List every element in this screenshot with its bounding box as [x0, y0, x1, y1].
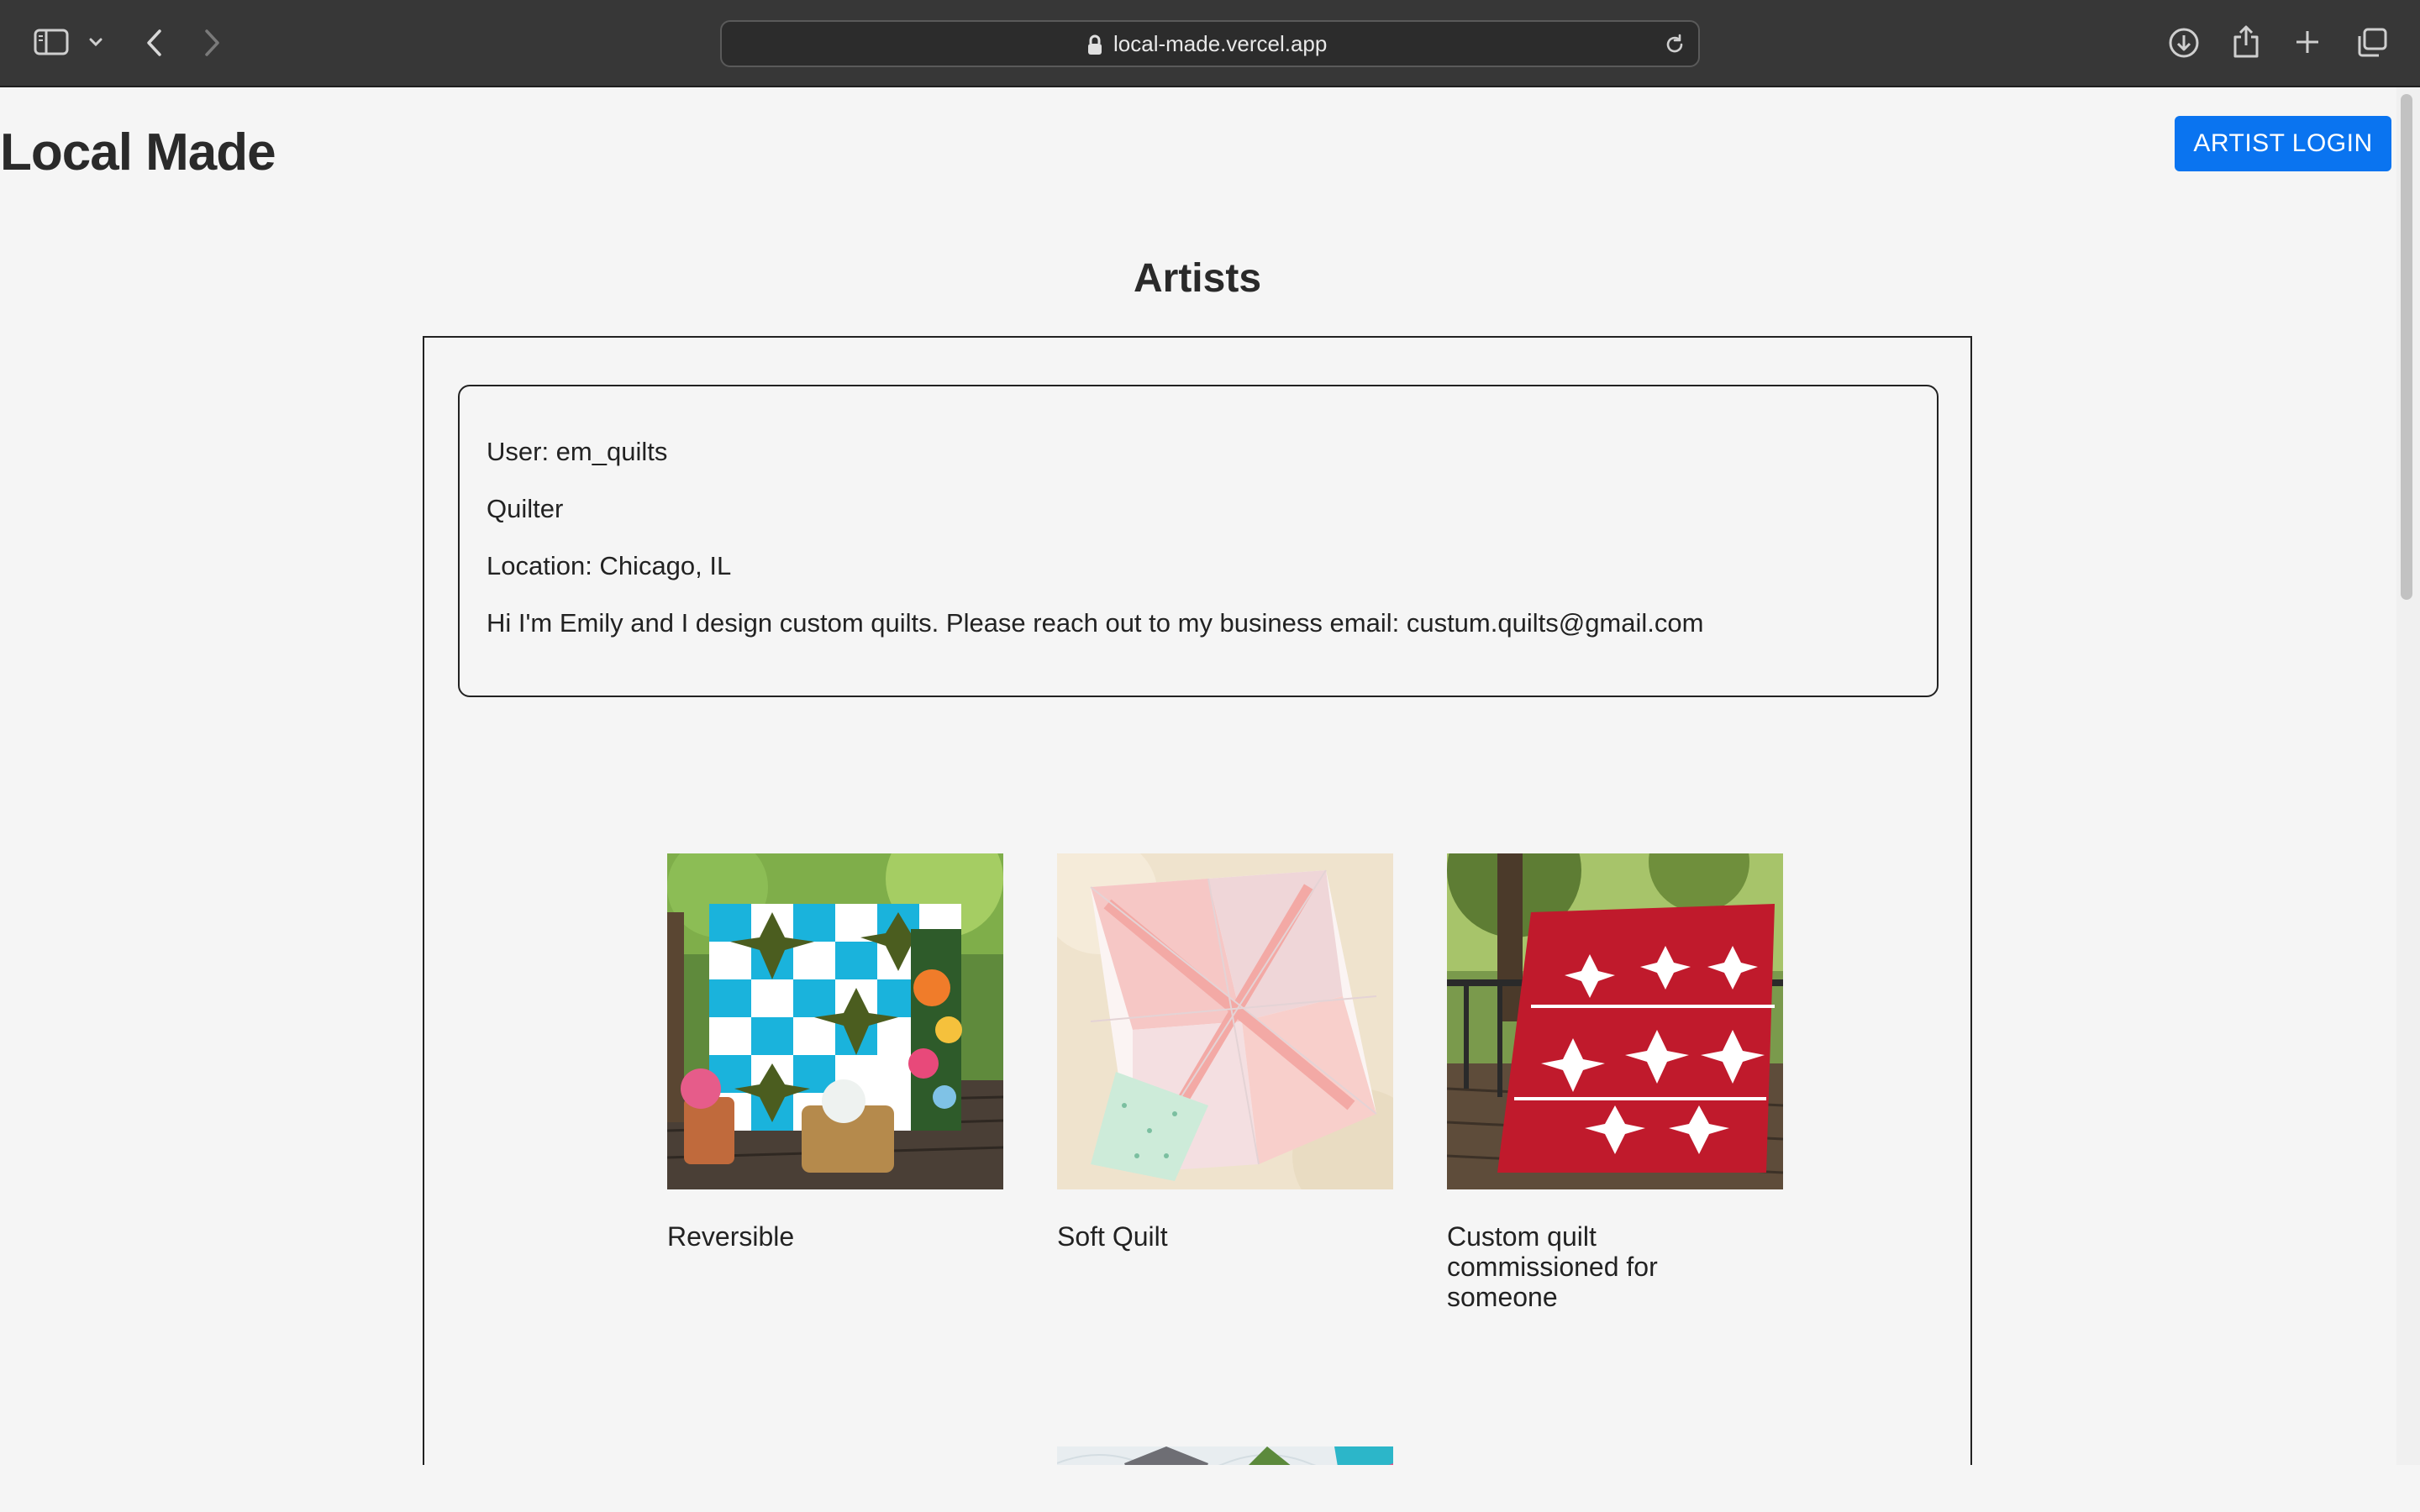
work-image-geometric-quilt[interactable] — [1057, 1446, 1393, 1465]
artist-craft: Quilter — [487, 494, 564, 523]
work-caption: Reversible — [667, 1221, 795, 1252]
work-item[interactable]: Soft Quilt — [1057, 853, 1393, 1252]
work-caption: Soft Quilt — [1057, 1221, 1168, 1252]
tabs-overview-icon[interactable] — [2356, 27, 2388, 59]
artists-heading: Artists — [1133, 256, 1262, 301]
artist-login-button[interactable]: ARTIST LOGIN — [2175, 116, 2391, 171]
artist-user: User: em_quilts — [487, 437, 668, 466]
work-image-soft-quilt[interactable] — [1057, 853, 1393, 1189]
work-image-custom-quilt[interactable] — [1447, 853, 1783, 1189]
page-viewport: Local Made ARTIST LOGIN Artists User: em… — [0, 87, 2420, 1465]
work-item[interactable]: Reversible — [667, 853, 1003, 1252]
artist-info-card: User: em_quilts Quilter Location: Chicag… — [458, 385, 1939, 697]
reload-icon[interactable] — [1663, 33, 1686, 60]
work-item[interactable] — [1057, 1446, 1393, 1465]
browser-toolbar: local-made.vercel.app — [0, 0, 2420, 87]
work-caption: Custom quilt commissioned for someone — [1447, 1221, 1658, 1312]
share-icon[interactable] — [2232, 24, 2260, 59]
new-tab-icon[interactable] — [2294, 29, 2321, 55]
download-icon[interactable] — [2168, 27, 2200, 59]
back-arrow-icon[interactable] — [145, 29, 163, 57]
site-title[interactable]: Local Made — [0, 123, 276, 182]
work-image-reversible[interactable] — [667, 853, 1003, 1189]
chevron-down-icon[interactable] — [89, 37, 103, 47]
lock-icon — [1086, 34, 1103, 60]
artist-location: Location: Chicago, IL — [487, 551, 732, 580]
sidebar-icon[interactable] — [34, 29, 69, 55]
forward-arrow-icon[interactable] — [203, 29, 222, 57]
address-bar[interactable]: local-made.vercel.app — [720, 20, 1700, 67]
window-bottom-edge — [0, 1465, 2420, 1512]
artists-panel: User: em_quilts Quilter Location: Chicag… — [423, 336, 1972, 1465]
url-text: local-made.vercel.app — [1113, 31, 1328, 56]
scrollbar-thumb[interactable] — [2401, 94, 2412, 600]
artist-bio: Hi I'm Emily and I design custom quilts.… — [487, 608, 1704, 638]
work-item[interactable]: Custom quilt commissioned for someone — [1447, 853, 1783, 1312]
